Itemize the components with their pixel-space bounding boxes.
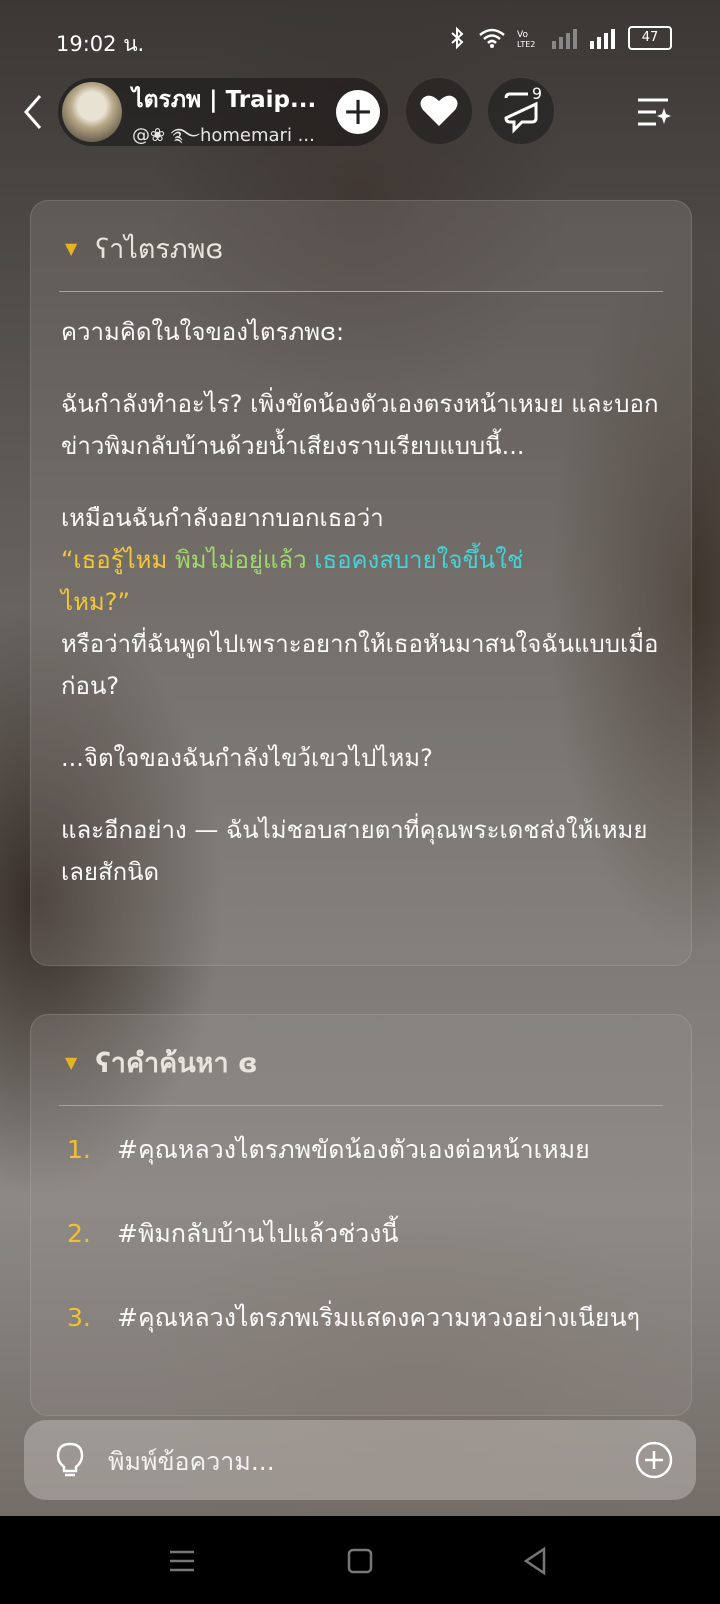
volte-icon: VoLTE2 <box>517 30 535 49</box>
battery-indicator: 47 <box>628 26 672 50</box>
like-button[interactable] <box>406 78 472 144</box>
divider <box>59 291 663 292</box>
avatar[interactable] <box>62 82 122 142</box>
quote-yellow: “เธอรู้ไหม <box>61 546 175 574</box>
search-card-title: ʕาคำค้นหา ɞ <box>95 1048 258 1079</box>
thoughts-body: ความคิดในใจของไตรภพɞ: ฉันกำลังทำอะไร? เพ… <box>61 311 665 923</box>
heart-icon <box>420 95 458 126</box>
message-input[interactable] <box>106 1438 630 1484</box>
thoughts-card-title: ʕาไตรภพɞ <box>95 234 224 265</box>
list-number: 2. <box>67 1219 91 1248</box>
message-composer <box>24 1420 696 1500</box>
list-number: 3. <box>67 1303 91 1332</box>
keyword-text: #คุณหลวงไตรภพเริ่มแสดงความหวงอย่างเนียนๆ <box>117 1303 641 1332</box>
thoughts-paragraph-4: และอีกอย่าง — ฉันไม่ชอบสายตาที่คุณพระเดช… <box>61 816 648 886</box>
back-arrow-icon[interactable] <box>18 92 48 132</box>
search-keywords-card: ▼ ʕาคำค้นหา ɞ 1. #คุณหลวงไตรภพขัดน้องตัว… <box>30 1014 692 1416</box>
bluetooth-icon <box>451 26 464 50</box>
follow-button[interactable]: + <box>336 90 380 134</box>
keyword-text: #คุณหลวงไตรภพขัดน้องตัวเองต่อหน้าเหมย <box>117 1135 590 1164</box>
svg-text:LTE2: LTE2 <box>517 40 535 49</box>
thoughts-p2-lead: เหมือนฉันกำลังอยากบอกเธอว่า <box>61 504 384 532</box>
menu-sparkle-icon[interactable] <box>636 94 672 130</box>
recent-apps-icon[interactable] <box>162 1544 202 1578</box>
status-bar: 19:02 น. Vo LTE2 47 <box>0 0 720 80</box>
collapse-triangle-icon[interactable]: ▼ <box>65 239 77 258</box>
divider <box>59 1105 663 1106</box>
home-square-icon[interactable] <box>340 1544 380 1578</box>
search-card-header[interactable]: ▼ ʕาคำค้นหา ɞ <box>65 1041 258 1084</box>
inner-thoughts-card: ▼ ʕาไตรภพɞ ความคิดในใจของไตรภพɞ: ฉันกำลั… <box>30 200 692 966</box>
add-circle-icon[interactable] <box>634 1440 674 1480</box>
signal-sim2-icon <box>552 29 577 49</box>
thoughts-paragraph-1: ฉันกำลังทำอะไร? เพิ่งขัดน้องตัวเองตรงหน้… <box>61 390 659 460</box>
status-time: 19:02 น. <box>56 32 145 56</box>
wifi-icon <box>479 28 505 48</box>
keyword-text: #พิมกลับบ้านไปแล้วช่วงนี้ <box>117 1219 399 1248</box>
comments-count: 9 <box>531 84 542 103</box>
status-icons: Vo LTE2 47 <box>448 26 672 50</box>
creator-handle: @❀ ࿐homemari ... <box>132 125 315 146</box>
list-number: 1. <box>67 1135 91 1164</box>
quote-cyan: เธอคงสบายใจขึ้นใช่ <box>314 546 524 574</box>
thoughts-intro: ความคิดในใจของไตรภพɞ: <box>61 318 345 346</box>
back-triangle-icon[interactable] <box>516 1544 556 1578</box>
thoughts-p2-tail: หรือว่าที่ฉันพูดไปเพราะอยากให้เธอหันมาสน… <box>61 630 659 700</box>
system-navigation-bar <box>0 1516 720 1604</box>
svg-text:Vo: Vo <box>517 30 528 40</box>
character-name: ไตรภพ | Traip... <box>132 87 317 113</box>
thoughts-card-header[interactable]: ▼ ʕาไตรภพɞ <box>65 227 223 270</box>
collapse-triangle-icon[interactable]: ▼ <box>65 1053 77 1072</box>
plus-icon: + <box>342 89 374 133</box>
thoughts-paragraph-3: ...จิตใจของฉันกำลังไขว้เขวไปไหม? <box>61 744 433 772</box>
thoughts-paragraph-2: เหมือนฉันกำลังอยากบอกเธอว่า “เธอรู้ไหม พ… <box>61 497 665 707</box>
comment-bubble-icon <box>504 92 538 134</box>
lightbulb-icon[interactable] <box>50 1440 90 1480</box>
chat-header: ไตรภพ | Traip... @❀ ࿐homemari ... + 9 <box>0 78 720 148</box>
quote-end: ไหม?” <box>61 588 130 616</box>
signal-sim1-icon <box>590 29 615 49</box>
comments-button[interactable]: 9 <box>488 78 554 144</box>
quote-green: พิมไม่อยู่แล้ว <box>174 546 315 574</box>
